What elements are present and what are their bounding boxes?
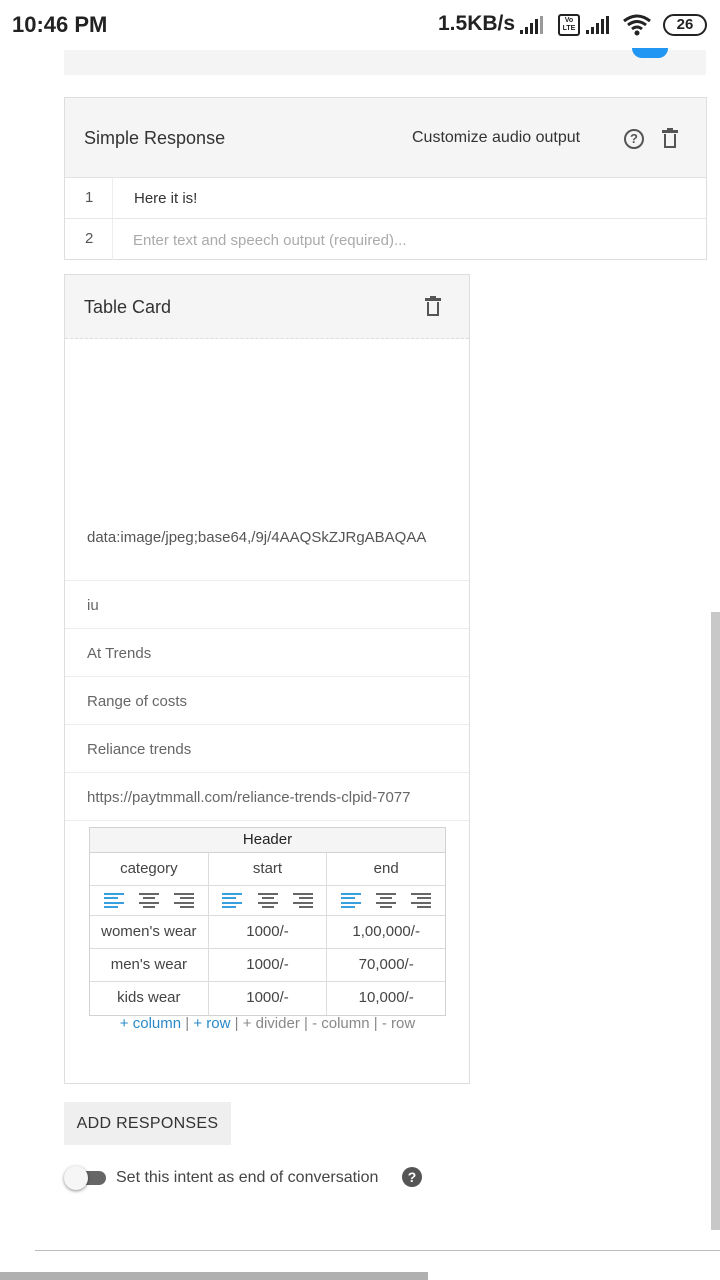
table-cell[interactable]: 1000/- [209,949,328,981]
column-header[interactable]: end [327,853,445,885]
add-divider-link[interactable]: + divider [243,1015,300,1032]
status-bar: 10:46 PM 1.5KB/s Vo LTE 26 [0,0,720,50]
alignment-group [209,886,328,915]
table-card-field[interactable]: Reliance trends [65,725,469,773]
add-responses-button[interactable]: ADD RESPONSES [64,1102,231,1145]
align-center-icon[interactable] [138,892,159,909]
table-actions: + column | + row | + divider | - column … [119,1015,416,1032]
end-conversation-label: Set this intent as end of conversation [116,1169,379,1186]
horizontal-scrollbar[interactable] [0,1272,428,1280]
table-row: men's wear 1000/- 70,000/- [90,949,445,982]
table-card-header: Table Card [65,275,469,339]
field-value: Reliance trends [87,741,192,758]
alignment-group [90,886,209,915]
table-card-image-area[interactable]: data:image/jpeg;base64,/9j/4AAQSkZJRgABA… [65,339,469,581]
scrollbar[interactable] [711,612,720,1230]
table-header[interactable]: Header [90,828,445,853]
field-value: At Trends [87,645,152,662]
delete-icon[interactable] [425,296,441,317]
table-cell[interactable]: women's wear [90,916,209,948]
table-card: Table Card data:image/jpeg;base64,/9j/4A… [64,274,470,1084]
table-cell[interactable]: 1,00,000/- [327,916,445,948]
response-row: 1 Here it is! [65,178,706,219]
column-header[interactable]: category [90,853,209,885]
status-time: 10:46 PM [12,12,108,37]
align-left-icon[interactable] [222,892,243,909]
table-card-field[interactable]: Range of costs [65,677,469,725]
previous-card-toggle[interactable] [632,48,668,58]
table-cell[interactable]: 1000/- [209,916,328,948]
table-editor: Header category start end women's wear 1… [89,827,446,1016]
simple-response-card: Simple Response Customize audio output ?… [64,97,707,260]
table-cell[interactable]: 10,000/- [327,982,445,1015]
wifi-icon [623,14,651,36]
table-cell[interactable]: kids wear [90,982,209,1015]
table-card-title: Table Card [84,297,172,317]
signal-icon [520,16,543,34]
align-center-icon[interactable] [257,892,278,909]
table-card-field[interactable]: https://paytmmall.com/reliance-trends-cl… [65,773,469,821]
column-header[interactable]: start [209,853,328,885]
table-row: kids wear 1000/- 10,000/- [90,982,445,1015]
remove-row-link[interactable]: - row [382,1015,415,1032]
row-number: 2 [85,230,94,247]
battery-icon: 26 [663,14,707,36]
add-column-link[interactable]: + column [120,1015,181,1032]
align-right-icon[interactable] [174,892,195,909]
table-card-field[interactable]: At Trends [65,629,469,677]
table-cell[interactable]: men's wear [90,949,209,981]
field-value: Range of costs [87,693,188,710]
table-cell[interactable]: 70,000/- [327,949,445,981]
align-left-icon[interactable] [103,892,124,909]
table-card-field[interactable]: iu [65,581,469,629]
delete-icon[interactable] [662,128,678,149]
align-left-icon[interactable] [340,892,361,909]
align-right-icon[interactable] [411,892,432,909]
network-speed: 1.5KB/s [438,12,516,35]
align-center-icon[interactable] [376,892,397,909]
customize-audio-output-link[interactable]: Customize audio output [412,129,580,147]
alignment-group [327,886,445,915]
table-row: women's wear 1000/- 1,00,000/- [90,916,445,949]
field-value: https://paytmmall.com/reliance-trends-cl… [87,789,411,806]
add-row-link[interactable]: + row [193,1015,230,1032]
alignment-row [90,886,445,916]
signal-icon-2 [586,16,609,34]
previous-card [64,50,706,75]
response-text-input[interactable] [133,227,683,253]
simple-response-title: Simple Response [84,128,226,148]
image-url-field[interactable]: data:image/jpeg;base64,/9j/4AAQSkZJRgABA… [87,529,426,546]
divider [35,1250,720,1251]
end-conversation-toggle[interactable] [64,1166,106,1190]
response-row: 2 [65,219,706,260]
remove-column-link[interactable]: - column [312,1015,370,1032]
simple-response-header: Simple Response Customize audio output ? [65,98,706,178]
row-number: 1 [85,189,94,206]
help-icon[interactable]: ? [624,129,644,149]
volte-icon: Vo LTE [558,14,580,36]
table-cell[interactable]: 1000/- [209,982,328,1015]
column-headers-row: category start end [90,853,445,886]
align-right-icon[interactable] [292,892,313,909]
help-icon[interactable]: ? [402,1167,422,1187]
field-value: iu [87,597,99,614]
response-text[interactable]: Here it is! [134,190,197,207]
